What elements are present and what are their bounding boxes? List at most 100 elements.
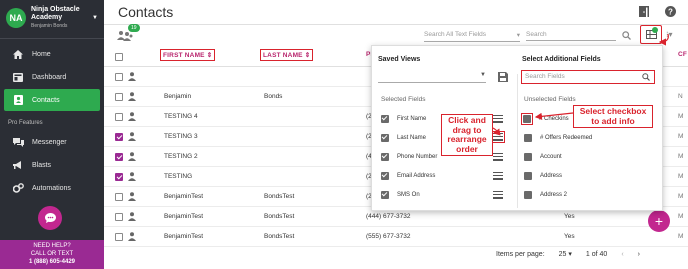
- items-per-page-label: Items per page:: [496, 250, 545, 258]
- checkbox-instruction-callout: Select checkbox to add info: [573, 105, 653, 128]
- cell-first-name: TESTING 2: [164, 153, 198, 160]
- selected-field-item[interactable]: SMS On: [381, 185, 420, 204]
- unselected-field-item[interactable]: Address: [524, 166, 562, 185]
- row-checkbox[interactable]: [115, 93, 123, 101]
- drag-handle-icon[interactable]: [493, 172, 503, 180]
- select-all-checkbox[interactable]: [115, 53, 123, 61]
- callout-line: order: [456, 143, 478, 154]
- field-label: # Offers Redeemed: [540, 134, 593, 141]
- selected-field-item[interactable]: Email Address: [381, 166, 435, 185]
- sidebar-item-label: Automations: [32, 184, 71, 192]
- unselected-field-item[interactable]: Address 2: [524, 185, 567, 204]
- row-checkbox[interactable]: [115, 173, 123, 181]
- person-icon: [128, 232, 136, 241]
- field-label: Last Name: [397, 134, 427, 141]
- field-checkbox[interactable]: [524, 133, 532, 142]
- filter-icon[interactable]: ⁝▾: [666, 30, 673, 39]
- field-label: First Name: [397, 115, 427, 122]
- column-created[interactable]: CF: [678, 51, 687, 58]
- cell-tail: M: [678, 173, 684, 180]
- sidebar-item-messenger[interactable]: Messenger: [4, 131, 100, 153]
- search-all-text-fields[interactable]: Search All Text Fields ▾: [424, 31, 520, 42]
- row-checkbox[interactable]: [115, 213, 123, 221]
- field-checkbox[interactable]: [524, 171, 532, 180]
- select-additional-fields-title: Select Additional Fields: [522, 56, 601, 63]
- search-fields-input[interactable]: Search Fields: [521, 70, 655, 84]
- chat-button[interactable]: [38, 206, 62, 230]
- field-checkbox[interactable]: [523, 114, 531, 123]
- table-row[interactable]: BenjaminTest BondsTest (555) 677-3732 Ye…: [104, 227, 688, 247]
- field-checkbox[interactable]: [381, 152, 389, 161]
- search-icon[interactable]: [622, 31, 631, 40]
- help-icon[interactable]: ?: [665, 6, 676, 17]
- cell-first-name: BenjaminTest: [164, 233, 204, 240]
- drag-instruction-callout: Click and drag to rearrange order: [441, 114, 493, 156]
- pagination: Items per page: 25 ▾ 1 of 40 ‹ ›: [496, 250, 640, 259]
- selected-field-item[interactable]: First Name: [381, 109, 426, 128]
- field-checkbox[interactable]: [524, 152, 532, 161]
- cell-tail: M: [678, 233, 684, 240]
- drag-handle-icon[interactable]: [493, 153, 503, 161]
- unselected-field-item[interactable]: # Checkins: [521, 109, 569, 128]
- save-icon[interactable]: [498, 72, 508, 82]
- help-banner[interactable]: NEED HELP? CALL OR TEXT 1 (888) 605-4429: [0, 240, 104, 269]
- sidebar-item-dashboard[interactable]: Dashboard: [4, 66, 100, 88]
- items-per-page-select[interactable]: 25 ▾: [559, 250, 572, 258]
- row-checkbox[interactable]: [115, 193, 123, 201]
- sidebar-item-label: Messenger: [32, 138, 67, 146]
- field-checkbox[interactable]: [524, 190, 532, 199]
- selected-field-item[interactable]: Phone Number: [381, 147, 437, 166]
- field-checkbox[interactable]: [381, 114, 389, 123]
- cell-tail: M: [678, 153, 684, 160]
- column-first-name[interactable]: FIRST NAME ⇕: [160, 49, 216, 61]
- sidebar-item-automations[interactable]: Automations: [4, 177, 100, 199]
- door-exit-icon[interactable]: [639, 6, 649, 17]
- row-checkbox[interactable]: [115, 113, 123, 121]
- drag-handle-icon[interactable]: [493, 191, 503, 199]
- unselected-field-item[interactable]: Account: [524, 147, 562, 166]
- row-checkbox[interactable]: [115, 73, 123, 81]
- org-name-line2: Academy: [31, 14, 63, 21]
- cell-first-name: TESTING 4: [164, 113, 198, 120]
- drag-handle-icon[interactable]: [491, 131, 505, 143]
- field-checkbox[interactable]: [381, 171, 389, 180]
- unselected-field-item[interactable]: # Offers Redeemed: [524, 128, 592, 147]
- chat-bubble-icon: [44, 213, 56, 223]
- field-checkbox[interactable]: [381, 190, 389, 199]
- selected-field-item[interactable]: Last Name: [381, 128, 426, 147]
- search-icon: [642, 73, 650, 81]
- svg-text:?: ?: [668, 7, 673, 16]
- search-all-placeholder: Search All Text Fields: [424, 31, 487, 38]
- org-name-line1: Ninja Obstacle: [31, 6, 80, 13]
- person-icon: [128, 132, 136, 141]
- contacts-icon: [12, 94, 24, 106]
- field-label: Phone Number: [397, 153, 438, 160]
- checkbox-highlight: [521, 112, 533, 125]
- add-contact-button[interactable]: +: [648, 210, 670, 232]
- row-checkbox[interactable]: [115, 133, 123, 141]
- cell-first-name: Benjamin: [164, 93, 192, 100]
- person-icon: [128, 72, 136, 81]
- org-switcher[interactable]: NA Ninja Obstacle Academy Benjamin Bonds…: [0, 0, 104, 36]
- sidebar-item-blasts[interactable]: Blasts: [4, 154, 100, 176]
- person-icon: [128, 112, 136, 121]
- org-avatar: NA: [6, 8, 26, 28]
- saved-views-select[interactable]: ▼: [378, 72, 486, 83]
- next-page-icon[interactable]: ›: [638, 251, 640, 258]
- row-checkbox[interactable]: [115, 233, 123, 241]
- cell-last-name: BondsTest: [264, 233, 295, 240]
- search-input[interactable]: Search: [526, 31, 616, 41]
- prev-page-icon[interactable]: ‹: [621, 251, 623, 258]
- drag-handle-icon[interactable]: [493, 115, 503, 123]
- field-checkbox[interactable]: [381, 133, 389, 142]
- column-settings-button[interactable]: [640, 25, 662, 44]
- column-last-name[interactable]: LAST NAME ⇕: [260, 49, 314, 61]
- row-checkbox[interactable]: [115, 153, 123, 161]
- cell-first-name: TESTING 3: [164, 133, 198, 140]
- sidebar-item-contacts[interactable]: Contacts: [4, 89, 100, 111]
- sidebar-item-label: Blasts: [32, 161, 52, 169]
- cell-tail: M: [678, 193, 684, 200]
- cell-tail: N: [678, 93, 683, 100]
- sidebar-item-home[interactable]: Home: [4, 43, 100, 65]
- gears-icon: [12, 182, 24, 194]
